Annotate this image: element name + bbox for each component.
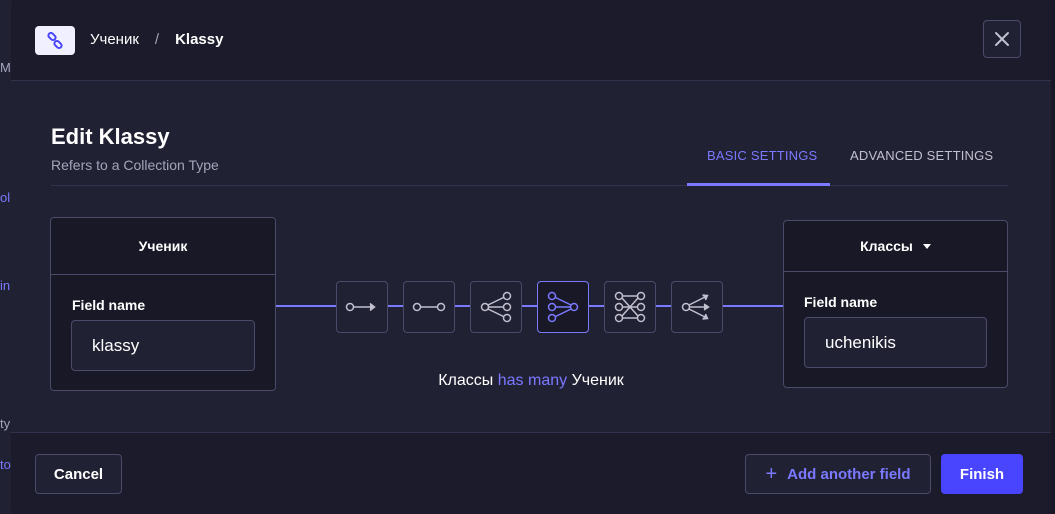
plus-icon: +: [765, 462, 778, 485]
active-tab-indicator: [687, 183, 830, 186]
close-icon: [995, 32, 1009, 46]
relation-many-to-one-button[interactable]: [537, 281, 589, 333]
background-link-fragment: ol: [0, 190, 11, 205]
tab-basic-settings[interactable]: BASIC SETTINGS: [707, 148, 817, 163]
background-link-fragment: to: [0, 457, 11, 472]
background-link-fragment: in: [0, 278, 11, 293]
connector-line: [455, 305, 470, 307]
one-way-icon: [345, 302, 376, 312]
target-field-label: Field name: [804, 294, 878, 310]
edit-relation-modal: Ученик / Klassy Edit Klassy Refers to a …: [11, 0, 1051, 514]
many-to-many-icon: [614, 291, 646, 323]
close-button[interactable]: [983, 20, 1021, 58]
connector-line: [522, 305, 537, 307]
source-field-name-input[interactable]: klassy: [71, 320, 255, 371]
connector-line-right: [723, 305, 784, 307]
page-subtitle: Refers to a Collection Type: [51, 157, 219, 173]
source-field-label: Field name: [72, 297, 146, 313]
one-to-many-icon: [480, 291, 512, 323]
relation-right-name: Ученик: [571, 372, 624, 389]
relation-one-to-one-button[interactable]: [403, 281, 455, 333]
connector-line: [656, 305, 671, 307]
chevron-down-icon: [922, 243, 931, 249]
cancel-button[interactable]: Cancel: [35, 454, 122, 494]
many-way-icon: [681, 294, 710, 320]
add-another-field-label: Add another field: [787, 465, 911, 483]
relation-description: Классы has many Ученик: [11, 372, 1051, 390]
source-content-type-name: Ученик: [51, 218, 275, 275]
relation-type-text: has many: [497, 372, 568, 389]
page-title: Edit Klassy: [51, 124, 170, 149]
target-content-type-name: Классы: [860, 238, 913, 254]
link-icon: [35, 26, 75, 55]
relation-one-way-button[interactable]: [336, 281, 388, 333]
relation-left-name: Классы: [438, 372, 494, 389]
target-field-name-input[interactable]: uchenikis: [804, 317, 987, 368]
connector-line: [589, 305, 604, 307]
many-to-one-icon: [547, 291, 579, 323]
finish-button[interactable]: Finish: [941, 454, 1023, 494]
relation-many-way-button[interactable]: [671, 281, 723, 333]
one-to-one-icon: [412, 302, 446, 312]
add-another-field-button[interactable]: + Add another field: [745, 454, 931, 494]
modal-footer: Cancel + Add another field Finish: [11, 432, 1051, 514]
background-text-fragment: ty: [0, 416, 11, 431]
connector-line-left: [276, 305, 336, 307]
tab-advanced-settings[interactable]: ADVANCED SETTINGS: [850, 148, 993, 163]
breadcrumb: Ученик / Klassy: [90, 31, 223, 48]
target-content-type-select[interactable]: Классы: [784, 221, 1007, 272]
source-content-type-box: Ученик Field name klassy: [50, 217, 276, 391]
breadcrumb-separator: /: [154, 31, 160, 48]
connector-line: [388, 305, 403, 307]
relation-one-to-many-button[interactable]: [470, 281, 522, 333]
relation-many-to-many-button[interactable]: [604, 281, 656, 333]
breadcrumb-parent[interactable]: Ученик: [90, 31, 139, 48]
target-content-type-box: Классы Field name uchenikis: [783, 220, 1008, 388]
tabs-divider: [51, 185, 1008, 186]
breadcrumb-current: Klassy: [175, 31, 224, 48]
modal-header: Ученик / Klassy: [11, 0, 1051, 81]
